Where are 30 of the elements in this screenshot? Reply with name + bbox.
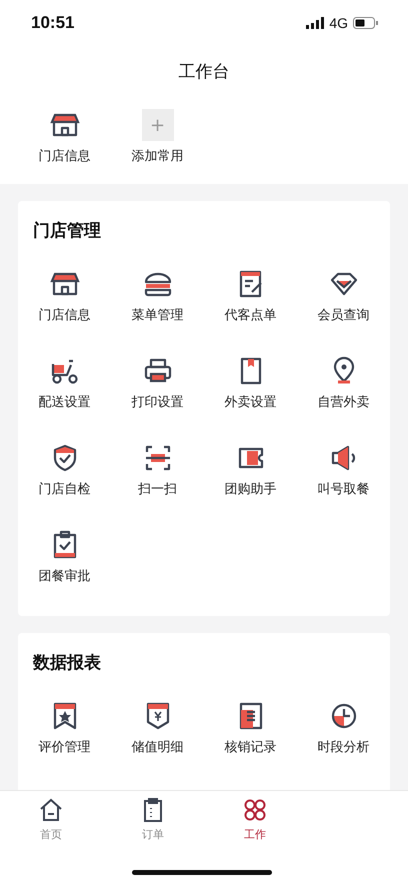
network-type: 4G: [329, 15, 348, 31]
shortcut-label[interactable]: 门店自检: [38, 480, 90, 498]
shortcut-label[interactable]: 打印设置: [132, 393, 184, 411]
shortcut-label[interactable]: 自营外卖: [318, 393, 370, 411]
section-title: 门店管理: [32, 220, 102, 242]
shortcut-label[interactable]: 核销记录: [224, 738, 276, 756]
shortcut-label[interactable]: 外卖设置: [224, 393, 276, 411]
shortcut-label[interactable]: 代客点单: [224, 306, 276, 324]
battery-icon: [353, 17, 378, 29]
shortcut-label[interactable]: 团餐审批: [38, 567, 90, 585]
shortcut-label[interactable]: 团购助手: [224, 480, 276, 498]
shortcut-label[interactable]: 配送设置: [38, 393, 90, 411]
shortcut-label[interactable]: 添加常用: [132, 147, 184, 165]
status-time: 10:51: [31, 13, 74, 33]
page-title: 工作台: [178, 61, 230, 83]
home-icon: [38, 797, 64, 823]
shortcut-label[interactable]: 门店信息: [38, 147, 90, 165]
shortcut-label[interactable]: 时段分析: [318, 738, 370, 756]
shortcut-label[interactable]: 储值明细: [132, 738, 184, 756]
tab-item[interactable]: 订单: [102, 797, 204, 883]
four-circles-icon: [242, 797, 268, 823]
shortcut-label[interactable]: 叫号取餐: [318, 480, 370, 498]
section-title: 数据报表: [32, 652, 102, 674]
shortcut-label[interactable]: 评价管理: [38, 738, 90, 756]
signal-icon: [306, 17, 324, 29]
shortcut-label[interactable]: 门店信息: [38, 306, 90, 324]
tab-item[interactable]: 工作: [204, 797, 306, 883]
shortcut-label[interactable]: 菜单管理: [132, 306, 184, 324]
shortcut-label[interactable]: 扫一扫: [138, 480, 177, 498]
shortcut-label[interactable]: 会员查询: [318, 306, 370, 324]
